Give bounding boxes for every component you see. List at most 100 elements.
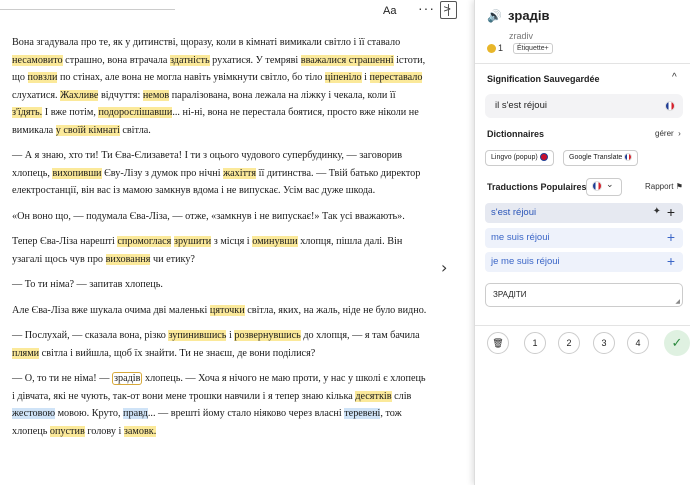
text-run: Але Єва-Ліза вже шукала очима дві малень… (12, 304, 210, 316)
chip-label: Lingvo (popup) (491, 154, 538, 161)
highlighted-word[interactable]: жахіття (223, 167, 257, 179)
status-bar: 🗑 1 2 3 4 ✓ (475, 327, 690, 359)
selected-word-inline[interactable]: зрадів (111, 372, 143, 385)
dictionary-chip-google[interactable]: Google Translate (563, 150, 639, 166)
add-icon[interactable]: + (667, 204, 675, 220)
highlighted-word[interactable]: несамовито (12, 54, 63, 66)
paragraph: — А я знаю, хто ти! Ти Єва-Єлизавета! І … (12, 147, 428, 200)
panel-icon (448, 4, 453, 16)
report-button[interactable]: Rapport ⚑ (645, 182, 683, 191)
text-run: і (361, 72, 370, 83)
speaker-icon[interactable]: 🔊 (487, 9, 502, 23)
text-run: Вона згадувала про те, як у дитинстві, щ… (12, 37, 401, 48)
highlighted-word[interactable]: повзли (27, 72, 58, 83)
level-3-button[interactable]: 3 (593, 332, 615, 354)
custom-meaning-input[interactable]: ЗРАДІТИ ◢ (485, 283, 683, 307)
text-run: голову і (84, 425, 124, 437)
text-run: слухатися. (12, 89, 61, 101)
highlighted-word[interactable]: вихопивши (52, 167, 102, 179)
highlighted-word[interactable]: вважалися страшенні (300, 54, 394, 66)
translation-text: s'est réjoui (491, 207, 537, 218)
paragraph: — Послухай, — сказала вона, різко зупини… (12, 327, 428, 362)
reader-text: Вона згадувала про те, як у дитинстві, щ… (12, 34, 428, 448)
translation-option[interactable]: s'est réjoui ✦ + (485, 203, 683, 223)
add-icon[interactable]: + (667, 253, 675, 269)
highlighted-word[interactable]: спромоглася (117, 236, 172, 247)
text-run: по стінах, але вона не могла навіть увім… (57, 72, 325, 83)
highlighted-word[interactable]: оминувши (252, 236, 298, 247)
text-run: ... — вреш­ті йому стало ніяково через в… (147, 408, 345, 419)
dictionaries-title: Dictionnaires (487, 129, 545, 139)
next-page-icon[interactable]: › (441, 258, 447, 277)
highlighted-word[interactable]: зрушити (173, 236, 212, 247)
paragraph: Тепер Єва-Ліза нарешті спромоглася зруши… (12, 233, 428, 268)
text-run: відчуття: (98, 89, 143, 101)
chevron-down-icon: ⌄ (606, 179, 614, 189)
more-menu-icon[interactable]: ··· (418, 0, 435, 16)
manage-dictionaries-link[interactable]: gérer › (655, 129, 681, 138)
translation-option[interactable]: je me suis réjoui + (485, 252, 683, 272)
add-tag-button[interactable]: Étiquette+ (513, 43, 553, 54)
text-run: до хлопця, — я там бачила (300, 330, 420, 341)
text-run: рухатися. У темряві (209, 54, 301, 66)
highlighted-word[interactable]: здатність (169, 54, 210, 66)
highlighted-word[interactable]: зупинившись (168, 330, 227, 341)
highlighted-word[interactable]: опустив (49, 425, 85, 437)
highlighted-word[interactable]: ціпеніло (324, 72, 362, 83)
report-label: Rapport (645, 182, 674, 191)
chevron-up-icon[interactable]: ^ (672, 72, 677, 83)
paragraph: «Он воно що, — подумала Єва-Ліза, — отже… (12, 208, 428, 226)
add-icon[interactable]: + (667, 229, 675, 245)
highlighted-word[interactable]: цяточки (209, 304, 245, 316)
level-2-button[interactable]: 2 (558, 332, 580, 354)
paragraph: Але Єва-Ліза вже шукала очима дві малень… (12, 302, 428, 320)
highlighted-word[interactable]: немов (142, 89, 170, 101)
selected-word: зрадів (507, 8, 550, 23)
uk-flag-icon (539, 153, 548, 162)
highlighted-word[interactable]: десятків (355, 390, 392, 402)
translation-text: je me suis réjoui (491, 256, 560, 267)
text-run: — О, то ти не німа! — (12, 373, 112, 384)
sparkle-icon: ✦ (652, 206, 661, 217)
highlighted-word[interactable]: виховання (105, 253, 151, 265)
highlighted-word[interactable]: розвернувшись (234, 330, 301, 341)
manage-label: gérer (655, 129, 674, 138)
highlighted-word[interactable]: у своїй кімнаті (55, 124, 120, 136)
reading-progress-line (0, 9, 175, 10)
saved-meaning-value: il s'est réjoui (495, 100, 547, 111)
learning-word[interactable]: теревені (344, 408, 381, 419)
highlighted-word[interactable]: замовк. (123, 425, 157, 437)
dictionary-chip-lingvo[interactable]: Lingvo (popup) (485, 150, 554, 166)
learning-word[interactable]: правд (123, 408, 148, 419)
highlighted-word[interactable]: Жахливе (60, 89, 99, 101)
resize-handle-icon[interactable]: ◢ (675, 298, 680, 305)
text-run: «Он воно що, — подумала Єва-Ліза, — отже… (12, 210, 405, 222)
saved-meaning-field[interactable]: il s'est réjoui (485, 94, 683, 118)
word-panel: 🔊 зрадів zradiv 1 Étiquette+ Significati… (474, 0, 690, 485)
font-settings-button[interactable]: Aa (383, 5, 396, 17)
text-run: страшно, вона втрачала (62, 54, 170, 66)
highlighted-word[interactable]: з'їдять. (12, 107, 43, 118)
level-1-button[interactable]: 1 (524, 332, 546, 354)
level-4-button[interactable]: 4 (627, 332, 649, 354)
delete-icon[interactable]: 🗑 (487, 332, 509, 354)
text-run: І вже потім, (42, 107, 99, 118)
translation-option[interactable]: me suis réjoui + (485, 228, 683, 248)
highlighted-word[interactable]: плями (12, 347, 40, 359)
panel-toggle-button[interactable]: > (440, 1, 457, 19)
known-check-icon[interactable]: ✓ (664, 330, 690, 356)
transliteration: zradiv (509, 31, 534, 41)
paragraph: Вона згадувала про те, як у дитинстві, щ… (12, 34, 428, 139)
highlighted-word[interactable]: подорослішавши (98, 107, 173, 118)
text-run: з місця і (211, 236, 253, 247)
text-run: світла, яких, на жаль, ніде не було видн… (244, 304, 427, 316)
text-run: Тепер Єва-Ліза нарешті (12, 236, 118, 247)
highlighted-word[interactable]: переставало (369, 72, 423, 83)
text-run: — Послухай, — сказала вона, різко (12, 330, 169, 341)
learning-word[interactable]: жестовою (12, 408, 56, 419)
language-select[interactable]: ⌄ (586, 178, 622, 196)
text-run: чи етику? (150, 253, 195, 265)
french-flag-icon (624, 153, 633, 162)
coin-count: 1 (498, 43, 504, 53)
text-run: світла. (119, 124, 151, 136)
